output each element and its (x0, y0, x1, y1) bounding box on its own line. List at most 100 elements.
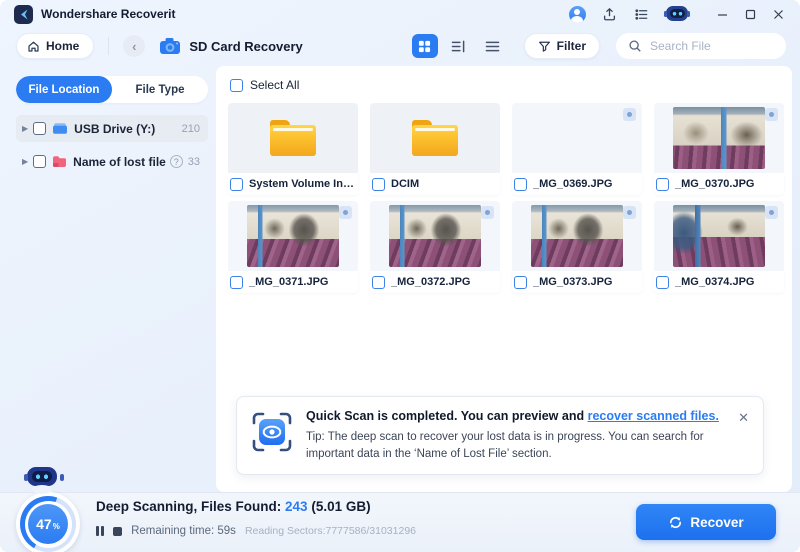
detail-view-icon (451, 40, 466, 53)
sidebar: File Location File Type ▶ USB Drive (Y:)… (16, 76, 208, 175)
robot-icon (664, 5, 690, 23)
preview-eye-icon[interactable] (481, 206, 494, 219)
maximize-button[interactable] (738, 4, 762, 24)
stop-button[interactable] (113, 527, 122, 536)
file-checkbox[interactable] (656, 276, 669, 289)
list-view-button[interactable] (480, 34, 506, 58)
usb-drive-count: 210 (182, 123, 200, 135)
file-label-row: _MG_0371.JPG (228, 271, 358, 293)
file-checkbox[interactable] (372, 276, 385, 289)
recoverit-logo-icon (14, 5, 33, 24)
usb-drive-label: USB Drive (Y:) (74, 122, 155, 136)
photo-preview (389, 205, 481, 267)
file-label-row: System Volume Inf... (228, 173, 358, 195)
tab-file-location[interactable]: File Location (16, 76, 112, 103)
task-list-button[interactable] (632, 5, 650, 23)
usb-drive-icon (52, 122, 68, 135)
recover-scanned-files-link[interactable]: recover scanned files. (588, 409, 719, 423)
photo-item[interactable]: _MG_0373.JPG (512, 201, 642, 293)
photo-preview (247, 205, 339, 267)
file-label-row: _MG_0369.JPG (512, 173, 642, 195)
file-name: _MG_0373.JPG (533, 276, 613, 288)
photo-item[interactable]: _MG_0372.JPG (370, 201, 500, 293)
detail-view-button[interactable] (446, 34, 472, 58)
photo-thumbnail (370, 201, 500, 271)
grid-view-icon (418, 40, 431, 53)
recover-button[interactable]: Recover (636, 504, 776, 540)
search-box[interactable] (616, 33, 786, 59)
sidebar-item-usb-drive[interactable]: ▶ USB Drive (Y:) 210 (16, 115, 208, 142)
close-button[interactable] (766, 4, 790, 24)
photo-item[interactable]: _MG_0371.JPG (228, 201, 358, 293)
file-checkbox[interactable] (372, 178, 385, 191)
pause-button[interactable] (96, 526, 104, 536)
file-checkbox[interactable] (514, 276, 527, 289)
file-name: _MG_0372.JPG (391, 276, 471, 288)
file-checkbox[interactable] (230, 276, 243, 289)
remaining-time-label: Remaining time: (131, 525, 214, 537)
list-icon (634, 7, 649, 22)
photo-preview (673, 107, 765, 169)
account-avatar[interactable] (568, 5, 586, 23)
scan-controls-row: Remaining time: 59s Reading Sectors:7777… (96, 525, 416, 537)
grid-view-button[interactable] (412, 34, 438, 58)
scan-notification: Quick Scan is completed. You can preview… (236, 396, 764, 475)
recover-label: Recover (690, 515, 743, 530)
tab-file-type[interactable]: File Type (112, 76, 208, 103)
back-button[interactable]: ‹ (123, 35, 145, 57)
app-title: Wondershare Recoverit (41, 7, 176, 21)
folder-thumbnail (370, 103, 500, 173)
select-all-row: Select All (216, 66, 792, 92)
photo-item[interactable]: _MG_0370.JPG (654, 103, 784, 195)
sidebar-item-lost-file[interactable]: ▶ Name of lost file ? 33 (16, 148, 208, 175)
filter-button[interactable]: Filter (524, 33, 600, 59)
share-button[interactable] (600, 5, 618, 23)
usb-drive-checkbox[interactable] (33, 122, 46, 135)
sidebar-tabs: File Location File Type (16, 76, 208, 103)
photo-item[interactable]: _MG_0369.JPG (512, 103, 642, 195)
preview-eye-icon[interactable] (339, 206, 352, 219)
photo-thumbnail (512, 201, 642, 271)
files-found-size: (5.01 GB) (311, 499, 370, 514)
folder-thumbnail (228, 103, 358, 173)
select-all-checkbox[interactable] (230, 79, 243, 92)
folder-item[interactable]: System Volume Inf... (228, 103, 358, 195)
lost-file-checkbox[interactable] (33, 155, 46, 168)
file-grid: System Volume Inf... DCIM _MG_0369.JPG _MG_… (228, 103, 792, 293)
lost-file-label: Name of lost file (73, 155, 166, 169)
file-checkbox[interactable] (514, 178, 527, 191)
minimize-button[interactable] (710, 4, 734, 24)
photo-thumbnail (228, 201, 358, 271)
notification-close-icon[interactable]: ✕ (738, 411, 749, 462)
expand-caret-icon[interactable]: ▶ (22, 157, 28, 166)
expand-caret-icon[interactable]: ▶ (22, 124, 28, 133)
file-name: _MG_0369.JPG (533, 178, 613, 190)
titlebar: Wondershare Recoverit (0, 0, 800, 28)
file-name: _MG_0374.JPG (675, 276, 755, 288)
photo-preview (531, 205, 623, 267)
folder-icon (412, 120, 458, 156)
scan-progress-ring: 47 % (16, 492, 80, 552)
notification-title: Quick Scan is completed. You can preview… (306, 409, 584, 423)
preview-eye-icon[interactable] (623, 108, 636, 121)
page-title: SD Card Recovery (189, 39, 302, 54)
notification-tip: Tip: The deep scan to recover your lost … (306, 429, 725, 462)
photo-item[interactable]: _MG_0374.JPG (654, 201, 784, 293)
search-input[interactable] (650, 39, 770, 53)
preview-eye-icon[interactable] (765, 206, 778, 219)
home-button[interactable]: Home (16, 33, 94, 59)
files-found-count: 243 (285, 499, 308, 514)
photo-preview (673, 205, 765, 267)
folder-item[interactable]: DCIM (370, 103, 500, 195)
avatar-icon (569, 6, 586, 23)
preview-eye-icon[interactable] (765, 108, 778, 121)
file-label-row: DCIM (370, 173, 500, 195)
file-checkbox[interactable] (230, 178, 243, 191)
file-checkbox[interactable] (656, 178, 669, 191)
preview-eye-icon[interactable] (623, 206, 636, 219)
list-view-icon (485, 40, 500, 53)
search-icon (628, 39, 642, 53)
help-icon[interactable]: ? (170, 155, 183, 168)
assistant-robot-button[interactable] (664, 5, 690, 23)
upload-icon (602, 7, 617, 22)
